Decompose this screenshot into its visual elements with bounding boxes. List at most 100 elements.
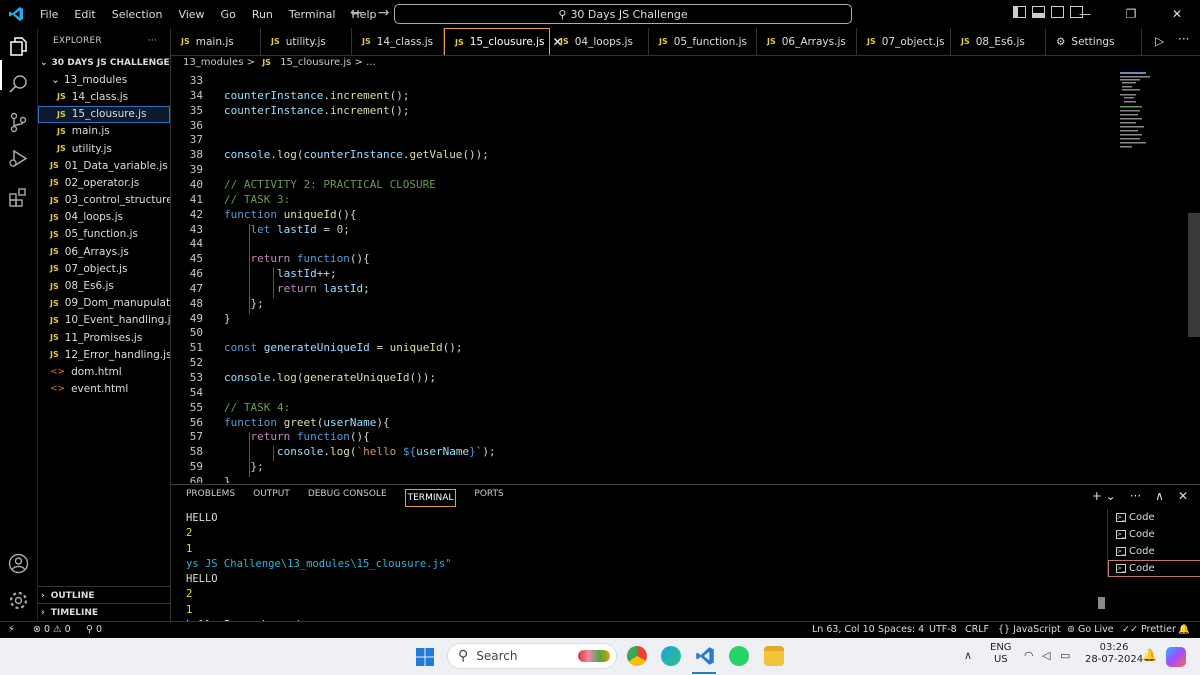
- panel-tab-output[interactable]: OUTPUT: [253, 489, 290, 507]
- file-item[interactable]: JS main.js: [38, 123, 170, 140]
- tab-08-es6-js[interactable]: JS 08_Es6.js: [951, 28, 1046, 55]
- chrome-icon[interactable]: [627, 646, 647, 666]
- minimap[interactable]: [1118, 70, 1188, 160]
- breadcrumb-tail[interactable]: > ...: [355, 57, 376, 68]
- breadcrumb-folder[interactable]: 13_modules: [183, 57, 243, 68]
- terminal-output[interactable]: HELLO 2 1 ys JS Challenge\13_modules\15_clo…: [186, 511, 452, 633]
- prettier[interactable]: ✓✓ Prettier: [1122, 624, 1176, 635]
- explorer-icon[interactable]: [8, 36, 29, 57]
- menu-item-selection[interactable]: Selection: [104, 8, 171, 21]
- file-item[interactable]: JS 12_Error_handling.js: [38, 346, 170, 363]
- tab-04-loops-js[interactable]: JS 04_loops.js: [550, 28, 649, 55]
- terminal-instance[interactable]: >_ Code: [1108, 526, 1200, 543]
- search-icon[interactable]: [8, 74, 29, 95]
- go-live[interactable]: Go Live: [1078, 624, 1114, 635]
- more-tabs-icon[interactable]: ···: [1178, 32, 1189, 46]
- indentation[interactable]: Spaces: 4: [878, 624, 924, 635]
- menu-item-view[interactable]: View: [170, 8, 212, 21]
- whatsapp-icon[interactable]: [729, 646, 749, 666]
- problems-count[interactable]: ⊗ 0 ⚠ 0: [33, 624, 71, 635]
- tab-settings[interactable]: ⚙ Settings: [1046, 28, 1142, 55]
- clock[interactable]: 03:26 28-07-2024: [1085, 642, 1143, 666]
- toggle-panel-icon[interactable]: [1032, 6, 1045, 18]
- file-item[interactable]: JS 01_Data_variable.js: [38, 157, 170, 174]
- vscode-taskbar-icon[interactable]: [695, 646, 715, 666]
- tab-utility-js[interactable]: JS utility.js: [261, 28, 352, 55]
- terminal-scroll-thumb[interactable]: [1098, 597, 1105, 609]
- menu-item-file[interactable]: File: [32, 8, 66, 21]
- close-window-icon[interactable]: ✕: [1154, 7, 1200, 21]
- code-editor[interactable]: 33 34 counterInstance.increment(); 35 counte…: [171, 70, 1181, 483]
- panel-tab-terminal[interactable]: TERMINAL: [404, 489, 457, 507]
- outline-section[interactable]: › OUTLINE: [38, 586, 170, 604]
- chevron-up-icon[interactable]: ∧: [964, 649, 972, 662]
- file-explorer-icon[interactable]: [764, 646, 784, 666]
- file-item[interactable]: JS 08_Es6.js: [38, 277, 170, 294]
- workspace-root[interactable]: ⌄ 30 DAYS JS CHALLENGE: [38, 54, 170, 71]
- file-item[interactable]: JS 07_object.js: [38, 260, 170, 277]
- forward-arrow-icon[interactable]: →: [378, 5, 390, 21]
- tab-06-arrays-js[interactable]: JS 06_Arrays.js: [757, 28, 857, 55]
- account-icon[interactable]: [8, 553, 29, 574]
- menu-item-edit[interactable]: Edit: [66, 8, 103, 21]
- extensions-icon[interactable]: [8, 186, 29, 207]
- minimize-icon[interactable]: —: [1062, 7, 1108, 21]
- file-item[interactable]: JS 09_Dom_manupulatio...: [38, 295, 170, 312]
- encoding[interactable]: UTF-8: [929, 624, 957, 635]
- notification-bell-icon[interactable]: 🔔: [1142, 648, 1157, 662]
- windows-start-icon[interactable]: [416, 648, 434, 666]
- panel-tab-problems[interactable]: PROBLEMS: [186, 489, 235, 507]
- menu-item-run[interactable]: Run: [244, 8, 281, 21]
- toggle-sidebar-icon[interactable]: [1013, 6, 1026, 18]
- volume-icon[interactable]: ◁: [1042, 649, 1050, 662]
- panel-tab-debug-console[interactable]: DEBUG CONSOLE: [308, 489, 387, 507]
- language-mode[interactable]: {} JavaScript: [998, 624, 1061, 635]
- maximize-panel-icon[interactable]: ∧: [1155, 489, 1164, 503]
- tab-14-class-js[interactable]: JS 14_class.js: [352, 28, 444, 55]
- run-debug-icon[interactable]: [8, 148, 29, 169]
- file-item[interactable]: JS 04_loops.js: [38, 209, 170, 226]
- tab-05-function-js[interactable]: JS 05_function.js: [649, 28, 757, 55]
- command-center-search[interactable]: ⚲ 30 Days JS Challenge: [394, 4, 852, 24]
- folder-13-modules[interactable]: ⌄ 13_modules: [38, 71, 170, 88]
- back-arrow-icon[interactable]: ←: [350, 5, 362, 21]
- copilot-icon[interactable]: [1166, 647, 1186, 667]
- file-item[interactable]: JS utility.js: [38, 140, 170, 157]
- file-item[interactable]: <> dom.html: [38, 363, 170, 380]
- remote-indicator-icon[interactable]: ⚡: [8, 624, 15, 635]
- menu-item-terminal[interactable]: Terminal: [281, 8, 344, 21]
- terminal-instance[interactable]: >_ Code: [1108, 543, 1200, 560]
- menu-item-go[interactable]: Go: [213, 8, 244, 21]
- breadcrumb-file[interactable]: 15_clousure.js: [280, 57, 351, 68]
- timeline-section[interactable]: › TIMELINE: [38, 603, 170, 621]
- panel-tab-ports[interactable]: PORTS: [474, 489, 503, 507]
- language-indicator[interactable]: ENG US: [990, 642, 1012, 666]
- run-button-icon[interactable]: ▷: [1155, 34, 1164, 48]
- file-item[interactable]: JS 14_class.js: [38, 88, 170, 105]
- terminal-instance[interactable]: >_ Code: [1108, 560, 1200, 577]
- file-item[interactable]: JS 06_Arrays.js: [38, 243, 170, 260]
- restore-icon[interactable]: ❐: [1108, 7, 1154, 21]
- tab-main-js[interactable]: JS main.js: [171, 28, 261, 55]
- edge-icon[interactable]: [661, 646, 681, 666]
- more-actions-icon[interactable]: ···: [148, 36, 157, 46]
- file-item[interactable]: <> event.html: [38, 381, 170, 398]
- settings-gear-icon[interactable]: [8, 590, 29, 611]
- cursor-position[interactable]: Ln 63, Col 10: [812, 624, 875, 635]
- notifications-bell-icon[interactable]: 🔔: [1178, 624, 1190, 635]
- wifi-icon[interactable]: ◠: [1024, 649, 1034, 662]
- taskbar-search[interactable]: ⚲ Search: [447, 643, 617, 669]
- tab-07-object-js[interactable]: JS 07_object.js: [857, 28, 951, 55]
- file-item[interactable]: JS 05_function.js: [38, 226, 170, 243]
- file-item[interactable]: JS 02_operator.js: [38, 174, 170, 191]
- file-item[interactable]: JS 10_Event_handling.js: [38, 312, 170, 329]
- end-of-line[interactable]: CRLF: [965, 624, 989, 635]
- more-actions-icon[interactable]: ···: [1130, 489, 1141, 503]
- close-panel-icon[interactable]: ✕: [1178, 489, 1188, 503]
- file-item[interactable]: JS 03_control_structure.js: [38, 192, 170, 209]
- ports-count[interactable]: ⚲ 0: [86, 624, 102, 635]
- terminal-instance[interactable]: >_ Code: [1108, 509, 1200, 526]
- source-control-icon[interactable]: [8, 112, 29, 133]
- file-item[interactable]: JS 15_clousure.js: [38, 105, 170, 123]
- tab-15-clousure-js[interactable]: JS 15_clousure.js ✕: [444, 28, 563, 55]
